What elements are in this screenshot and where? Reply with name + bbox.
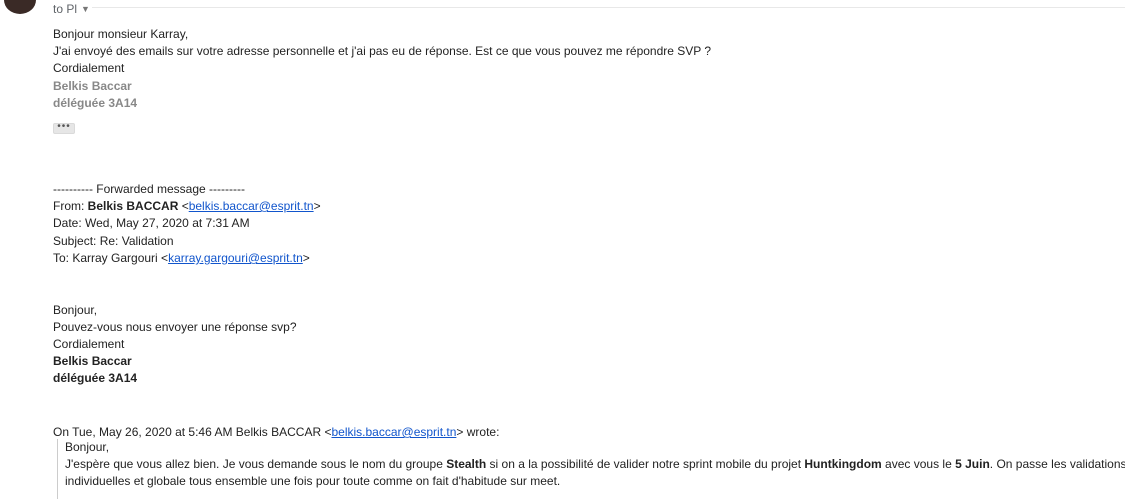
quoted-greeting: Bonjour, bbox=[65, 440, 110, 454]
forwarded-to-label: To: Karray Gargouri < bbox=[53, 251, 169, 265]
reply-closing: Cordialement bbox=[53, 61, 125, 75]
reply-signature-role: déléguée 3A14 bbox=[53, 96, 138, 110]
quoted-project-name: Huntkingdom bbox=[804, 457, 882, 471]
header-divider bbox=[92, 7, 1125, 8]
quoted-attribution-prefix: On Tue, May 26, 2020 at 5:46 AM Belkis B… bbox=[53, 425, 332, 439]
recipients-label: to Pl bbox=[53, 2, 78, 16]
quoted-date: 5 Juin bbox=[955, 457, 990, 471]
forwarded-to: To: Karray Gargouri <karray.gargouri@esp… bbox=[53, 251, 310, 265]
chevron-down-icon: ▼ bbox=[81, 4, 90, 14]
sender-avatar[interactable] bbox=[4, 0, 36, 14]
forwarded-from-name: Belkis BACCAR bbox=[87, 199, 179, 213]
forwarded-from: From: Belkis BACCAR <belkis.baccar@espri… bbox=[53, 199, 321, 213]
quoted-text-1c: avec vous le bbox=[881, 457, 956, 471]
reply-greeting: Bonjour monsieur Karray, bbox=[53, 27, 189, 41]
quoted-group-name: Stealth bbox=[446, 457, 487, 471]
forwarded-to-email-link[interactable]: karray.gargouri@esprit.tn bbox=[168, 251, 303, 265]
forwarded-signature-role: déléguée 3A14 bbox=[53, 371, 138, 385]
quoted-text-1a: J'espère que vous allez bien. Je vous de… bbox=[65, 457, 447, 471]
recipients-toggle[interactable]: to Pl ▼ bbox=[53, 2, 90, 16]
reply-signature-name: Belkis Baccar bbox=[53, 79, 132, 93]
forwarded-separator: ---------- Forwarded message --------- bbox=[53, 182, 245, 196]
quoted-attribution-suffix: > wrote: bbox=[456, 425, 500, 439]
forwarded-date: Date: Wed, May 27, 2020 at 7:31 AM bbox=[53, 216, 250, 230]
forwarded-from-email-link[interactable]: belkis.baccar@esprit.tn bbox=[189, 199, 314, 213]
forwarded-greeting: Bonjour, bbox=[53, 303, 98, 317]
forwarded-body: Pouvez-vous nous envoyer une réponse svp… bbox=[53, 320, 297, 334]
forwarded-closing: Cordialement bbox=[53, 337, 125, 351]
forwarded-subject: Subject: Re: Validation bbox=[53, 234, 174, 248]
forwarded-signature-name: Belkis Baccar bbox=[53, 354, 132, 368]
quoted-message: Bonjour, J'espère que vous allez bien. J… bbox=[57, 439, 1125, 499]
reply-body: J'ai envoyé des emails sur votre adresse… bbox=[53, 44, 712, 58]
quoted-paragraph-2: individuelles et globale tous ensemble u… bbox=[65, 474, 561, 488]
quoted-attribution-email-link[interactable]: belkis.baccar@esprit.tn bbox=[331, 425, 456, 439]
show-trimmed-content-button[interactable]: ••• bbox=[53, 122, 75, 134]
forwarded-from-label: From: bbox=[53, 199, 88, 213]
quoted-text-1d: . On passe les validations bbox=[989, 457, 1125, 471]
quoted-text-1b: si on a la possibilité de valider notre … bbox=[486, 457, 805, 471]
quoted-paragraph-1: J'espère que vous allez bien. Je vous de… bbox=[65, 456, 1125, 473]
